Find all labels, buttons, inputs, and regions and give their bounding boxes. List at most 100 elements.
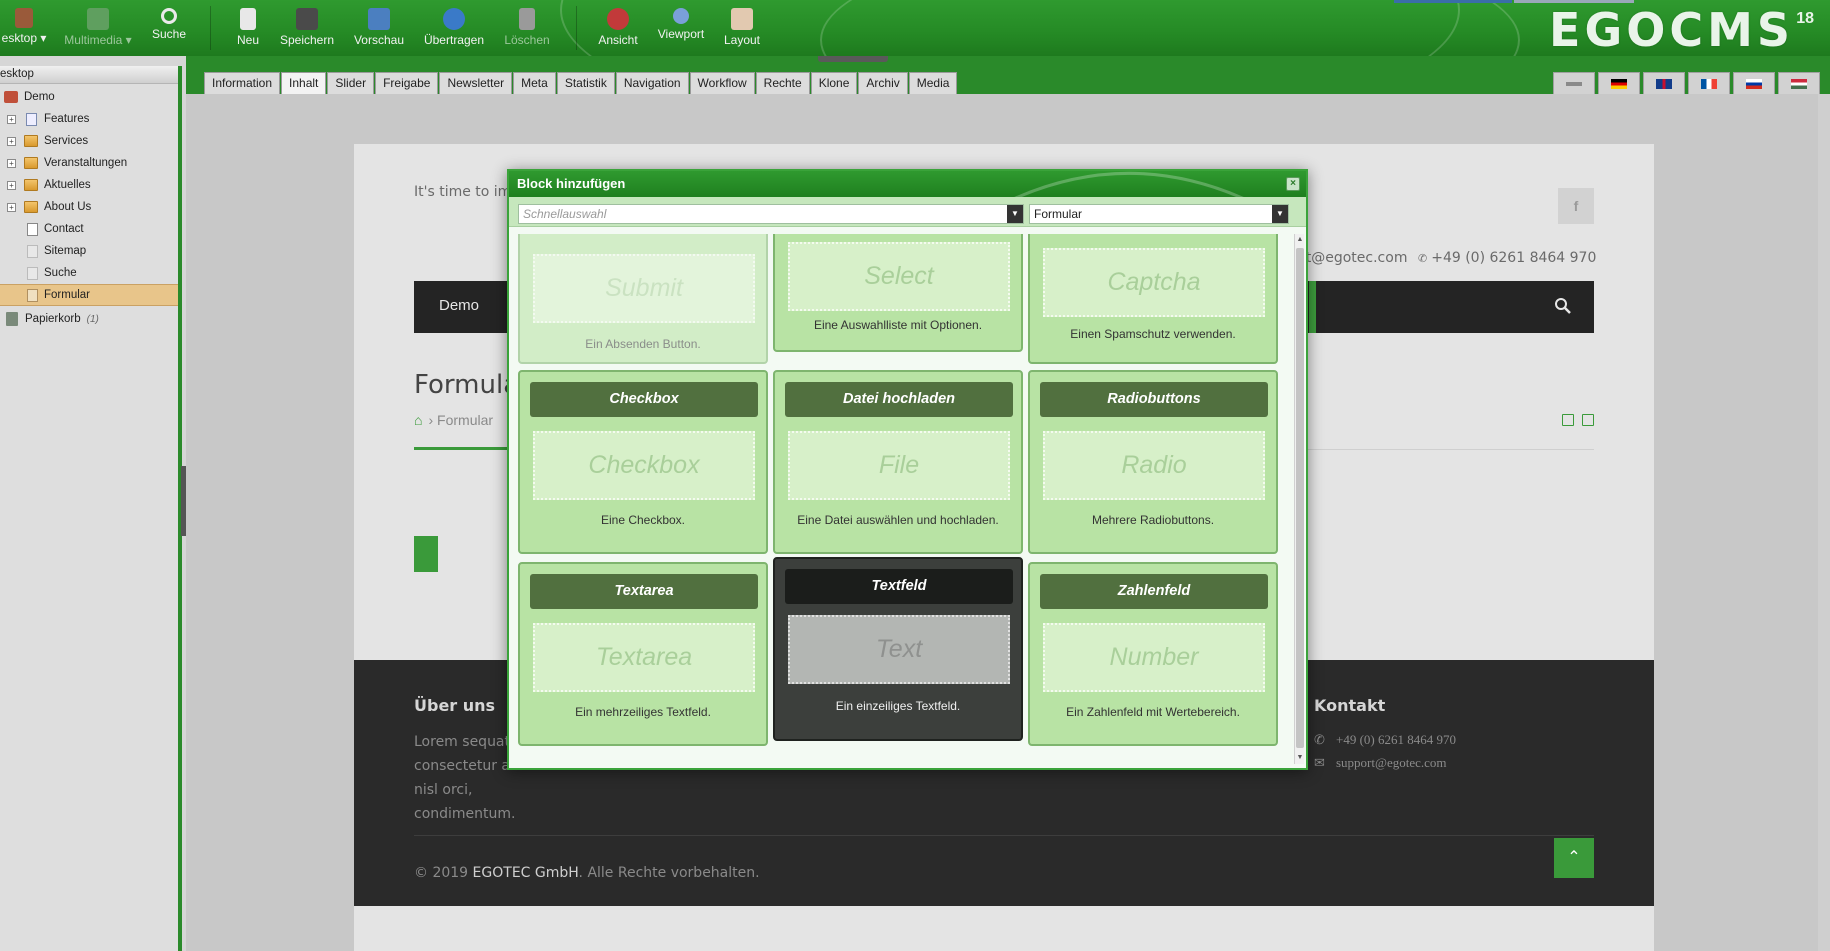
facebook-icon[interactable]: f bbox=[1558, 188, 1594, 224]
tab-navigation[interactable]: Navigation bbox=[615, 72, 689, 94]
tree-item-veranstaltungen[interactable]: + Veranstaltungen bbox=[0, 152, 178, 174]
view-button[interactable]: Ansicht bbox=[596, 8, 640, 52]
tree-item-sitemap[interactable]: Sitemap bbox=[0, 240, 178, 262]
tab-inhalt[interactable]: Inhalt bbox=[281, 72, 327, 94]
home-icon[interactable]: ⌂ bbox=[414, 412, 422, 428]
chevron-down-icon[interactable]: ▼ bbox=[1007, 205, 1023, 223]
block-card-radiobuttons[interactable]: Radiobuttons Radio Mehrere Radiobuttons. bbox=[1028, 370, 1278, 554]
multimedia-menu-button[interactable]: Multimedia ▾ bbox=[62, 8, 134, 52]
tree-item-contact[interactable]: Contact bbox=[0, 218, 178, 240]
tab-media[interactable]: Media bbox=[908, 72, 958, 94]
transfer-button[interactable]: Übertragen bbox=[422, 8, 486, 52]
tree-item-features[interactable]: + Features bbox=[0, 108, 178, 130]
tree-item-about-us[interactable]: + About Us bbox=[0, 196, 178, 218]
dialog-filter-bar: Schnellauswahl ▼ Formular ▼ bbox=[509, 197, 1306, 227]
block-card-title: Checkbox bbox=[530, 382, 758, 417]
tree-item-formular[interactable]: Formular bbox=[0, 284, 178, 306]
tab-workflow[interactable]: Workflow bbox=[689, 72, 755, 94]
expand-icon[interactable]: + bbox=[7, 158, 16, 168]
block-card-description: Eine Checkbox. bbox=[600, 513, 686, 527]
dialog-scrollbar[interactable]: ▲ ▼ bbox=[1294, 234, 1304, 764]
uk-flag-icon bbox=[1656, 78, 1672, 89]
german-flag-icon bbox=[1611, 78, 1627, 89]
block-card-number-field[interactable]: Zahlenfeld Number Ein Zahlenfeld mit Wer… bbox=[1028, 562, 1278, 746]
preview-button[interactable]: Vorschau bbox=[352, 8, 406, 52]
tree-item-suche[interactable]: Suche bbox=[0, 262, 178, 284]
tree-item-services[interactable]: + Services bbox=[0, 130, 178, 152]
desktop-menu-button[interactable]: esktop ▾ bbox=[0, 8, 48, 52]
block-card-checkbox[interactable]: Checkbox Checkbox Eine Checkbox. bbox=[518, 370, 768, 554]
flag-fr-tab[interactable] bbox=[1688, 72, 1730, 94]
expand-icon[interactable]: + bbox=[7, 114, 16, 124]
expand-icon[interactable]: + bbox=[7, 136, 16, 146]
nav-demo-link[interactable]: Demo bbox=[439, 297, 479, 314]
scroll-down-icon[interactable]: ▼ bbox=[1296, 754, 1304, 762]
tab-rechte[interactable]: Rechte bbox=[755, 72, 810, 94]
page-title: Formula bbox=[414, 370, 520, 400]
site-phone-wrap: ✆ +49 (0) 6261 8464 970 bbox=[1418, 250, 1596, 266]
pdf-icon[interactable] bbox=[1582, 414, 1594, 426]
block-card-preview: Number bbox=[1043, 623, 1265, 692]
tab-slider[interactable]: Slider bbox=[327, 72, 375, 94]
tree-item-trash[interactable]: Papierkorb (1) bbox=[0, 308, 178, 330]
scrollbar-thumb[interactable] bbox=[1296, 248, 1304, 748]
block-card-title: Textarea bbox=[530, 574, 758, 609]
tab-meta[interactable]: Meta bbox=[513, 72, 556, 94]
hungarian-flag-icon bbox=[1791, 78, 1807, 89]
new-button[interactable]: Neu bbox=[233, 8, 263, 52]
delete-button[interactable]: Löschen bbox=[502, 8, 552, 52]
footer-company[interactable]: EGOTEC GmbH bbox=[473, 865, 579, 881]
chevron-up-icon: ⌃ bbox=[1567, 849, 1581, 866]
scroll-to-top-button[interactable]: ⌃ bbox=[1554, 838, 1594, 878]
block-card-description: Eine Auswahlliste mit Optionen. bbox=[813, 318, 983, 332]
flag-en-tab[interactable] bbox=[1643, 72, 1685, 94]
block-card-captcha[interactable]: Captcha Einen Spamschutz verwenden. bbox=[1028, 234, 1278, 364]
site-email[interactable]: rt@egotec.com bbox=[1300, 250, 1407, 266]
flag-link-tab[interactable] bbox=[1553, 72, 1595, 94]
footer-contact-title: Kontakt bbox=[1314, 696, 1386, 715]
toolbar-collapse-handle[interactable] bbox=[818, 56, 888, 62]
category-select[interactable]: Formular ▼ bbox=[1029, 204, 1289, 224]
search-button[interactable]: Suche bbox=[148, 8, 190, 52]
chevron-down-icon[interactable]: ▼ bbox=[1272, 205, 1288, 223]
form-submit-stub[interactable] bbox=[414, 536, 438, 572]
footer-email-row: ✉ support@egotec.com bbox=[1314, 755, 1447, 771]
block-card-description: Ein mehrzeiliges Textfeld. bbox=[575, 705, 711, 719]
flag-de-tab[interactable] bbox=[1598, 72, 1640, 94]
home-icon bbox=[15, 8, 33, 28]
viewport-button[interactable]: Viewport bbox=[656, 8, 706, 52]
search-icon[interactable] bbox=[1554, 297, 1572, 315]
flag-ru-tab[interactable] bbox=[1733, 72, 1775, 94]
breadcrumb-current[interactable]: Formular bbox=[437, 412, 493, 428]
tab-statistik[interactable]: Statistik bbox=[556, 72, 615, 94]
block-card-textfield-hovered[interactable]: Textfeld Text Ein einzeiliges Textfeld. bbox=[773, 557, 1023, 741]
print-icon[interactable] bbox=[1562, 414, 1574, 426]
preview-scrollbar[interactable] bbox=[1818, 94, 1830, 951]
footer-email[interactable]: support@egotec.com bbox=[1336, 755, 1447, 770]
tree-root-demo[interactable]: Demo bbox=[0, 86, 178, 108]
block-card-textarea[interactable]: Textarea Textarea Ein mehrzeiliges Textf… bbox=[518, 562, 768, 746]
expand-icon[interactable]: + bbox=[7, 180, 16, 190]
folder-icon bbox=[24, 201, 38, 213]
scroll-up-icon[interactable]: ▲ bbox=[1296, 236, 1304, 244]
folder-icon bbox=[24, 157, 38, 169]
page-tree-sidebar: esktop Demo + Features + Services + Vera… bbox=[0, 66, 182, 951]
tab-freigabe[interactable]: Freigabe bbox=[375, 72, 439, 94]
tab-klone[interactable]: Klone bbox=[810, 72, 858, 94]
dialog-title: Block hinzufügen bbox=[517, 176, 626, 191]
tab-archiv[interactable]: Archiv bbox=[858, 72, 908, 94]
quick-select-input[interactable]: Schnellauswahl ▼ bbox=[518, 204, 1024, 224]
tab-information[interactable]: Information bbox=[204, 72, 281, 94]
block-card-file-upload[interactable]: Datei hochladen File Eine Datei auswähle… bbox=[773, 370, 1023, 554]
save-button[interactable]: Speichern bbox=[278, 8, 336, 52]
expand-icon[interactable]: + bbox=[7, 202, 16, 212]
tab-newsletter[interactable]: Newsletter bbox=[439, 72, 513, 94]
close-icon[interactable]: × bbox=[1286, 177, 1300, 191]
block-card-select[interactable]: Select Eine Auswahlliste mit Optionen. bbox=[773, 234, 1023, 352]
flag-hu-tab[interactable] bbox=[1778, 72, 1820, 94]
tree-item-aktuelles[interactable]: + Aktuelles bbox=[0, 174, 178, 196]
block-card-submit[interactable]: Submit Ein Absenden Button. bbox=[518, 234, 768, 364]
dialog-titlebar[interactable]: Block hinzufügen × bbox=[509, 171, 1306, 197]
trash-count: (1) bbox=[86, 314, 99, 325]
layout-button[interactable]: Layout bbox=[722, 8, 762, 52]
